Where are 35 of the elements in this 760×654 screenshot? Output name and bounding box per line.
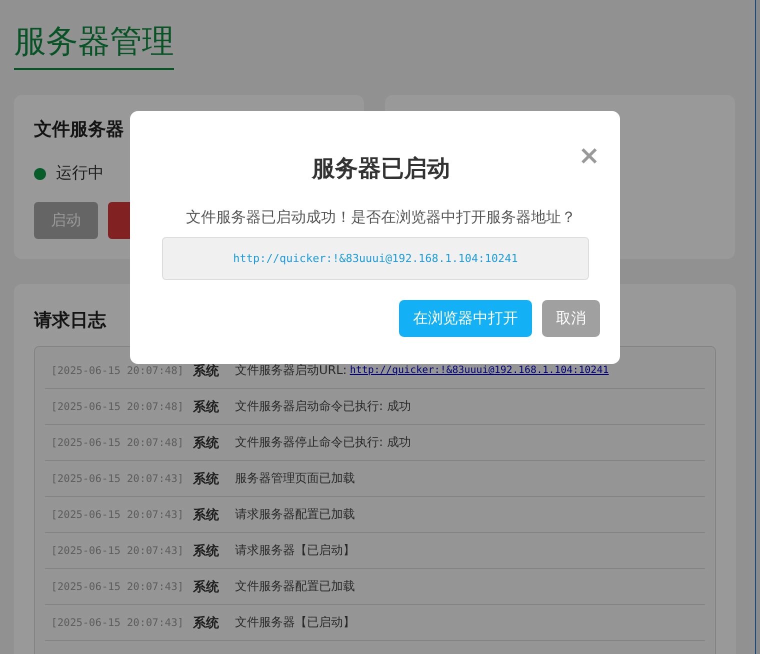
- log-source: 系统: [193, 578, 220, 596]
- log-time: [2025-06-15 20:07:48]: [50, 364, 185, 377]
- dialog-title: 服务器已启动: [312, 155, 450, 184]
- log-message: 请求服务器配置已加载: [235, 506, 355, 524]
- log-time: [2025-06-15 20:07:43]: [50, 508, 185, 521]
- log-source: 系统: [193, 434, 220, 452]
- log-source: 系统: [193, 362, 220, 380]
- log-message: 文件服务器【已启动】: [235, 614, 355, 632]
- close-button[interactable]: ×: [578, 143, 600, 169]
- cancel-button[interactable]: 取消: [542, 300, 600, 337]
- log-message: 服务器管理页面已加载: [235, 470, 355, 488]
- card-title: 文件服务器: [34, 118, 124, 142]
- dialog-message: 文件服务器已启动成功！是否在浏览器中打开服务器地址？: [186, 208, 576, 227]
- log-message: 文件服务器停止命令已执行: 成功: [235, 434, 411, 452]
- log-message: 请求服务器【已启动】: [235, 542, 355, 560]
- log-message: 文件服务器启动命令已执行: 成功: [235, 398, 411, 416]
- log-title: 请求日志: [34, 309, 106, 332]
- log-time: [2025-06-15 20:07:43]: [50, 544, 185, 557]
- log-time: [2025-06-15 20:07:48]: [50, 436, 185, 449]
- log-time: [2025-06-15 20:07:43]: [50, 472, 185, 485]
- log-source: 系统: [193, 398, 220, 416]
- log-link[interactable]: http://quicker:!&83uuui@192.168.1.104:10241: [350, 365, 609, 376]
- log-message: 文件服务器配置已加载: [235, 578, 355, 596]
- log-time: [2025-06-15 20:07:43]: [50, 616, 185, 629]
- log-source: 系统: [193, 506, 220, 524]
- open-button[interactable]: 在浏览器中打开: [399, 300, 532, 337]
- page-title: 服务器管理: [14, 22, 174, 70]
- log-time: [2025-06-15 20:07:43]: [50, 580, 185, 593]
- log-message: 文件服务器启动URL:: [235, 362, 347, 380]
- log-source: 系统: [193, 470, 220, 488]
- log-time: [2025-06-15 20:07:48]: [50, 400, 185, 413]
- url-field: http://quicker:!&83uuui@192.168.1.104:10241: [162, 237, 589, 280]
- log-source: 系统: [193, 542, 220, 560]
- status-label: 运行中: [56, 163, 104, 184]
- log-source: 系统: [193, 614, 220, 632]
